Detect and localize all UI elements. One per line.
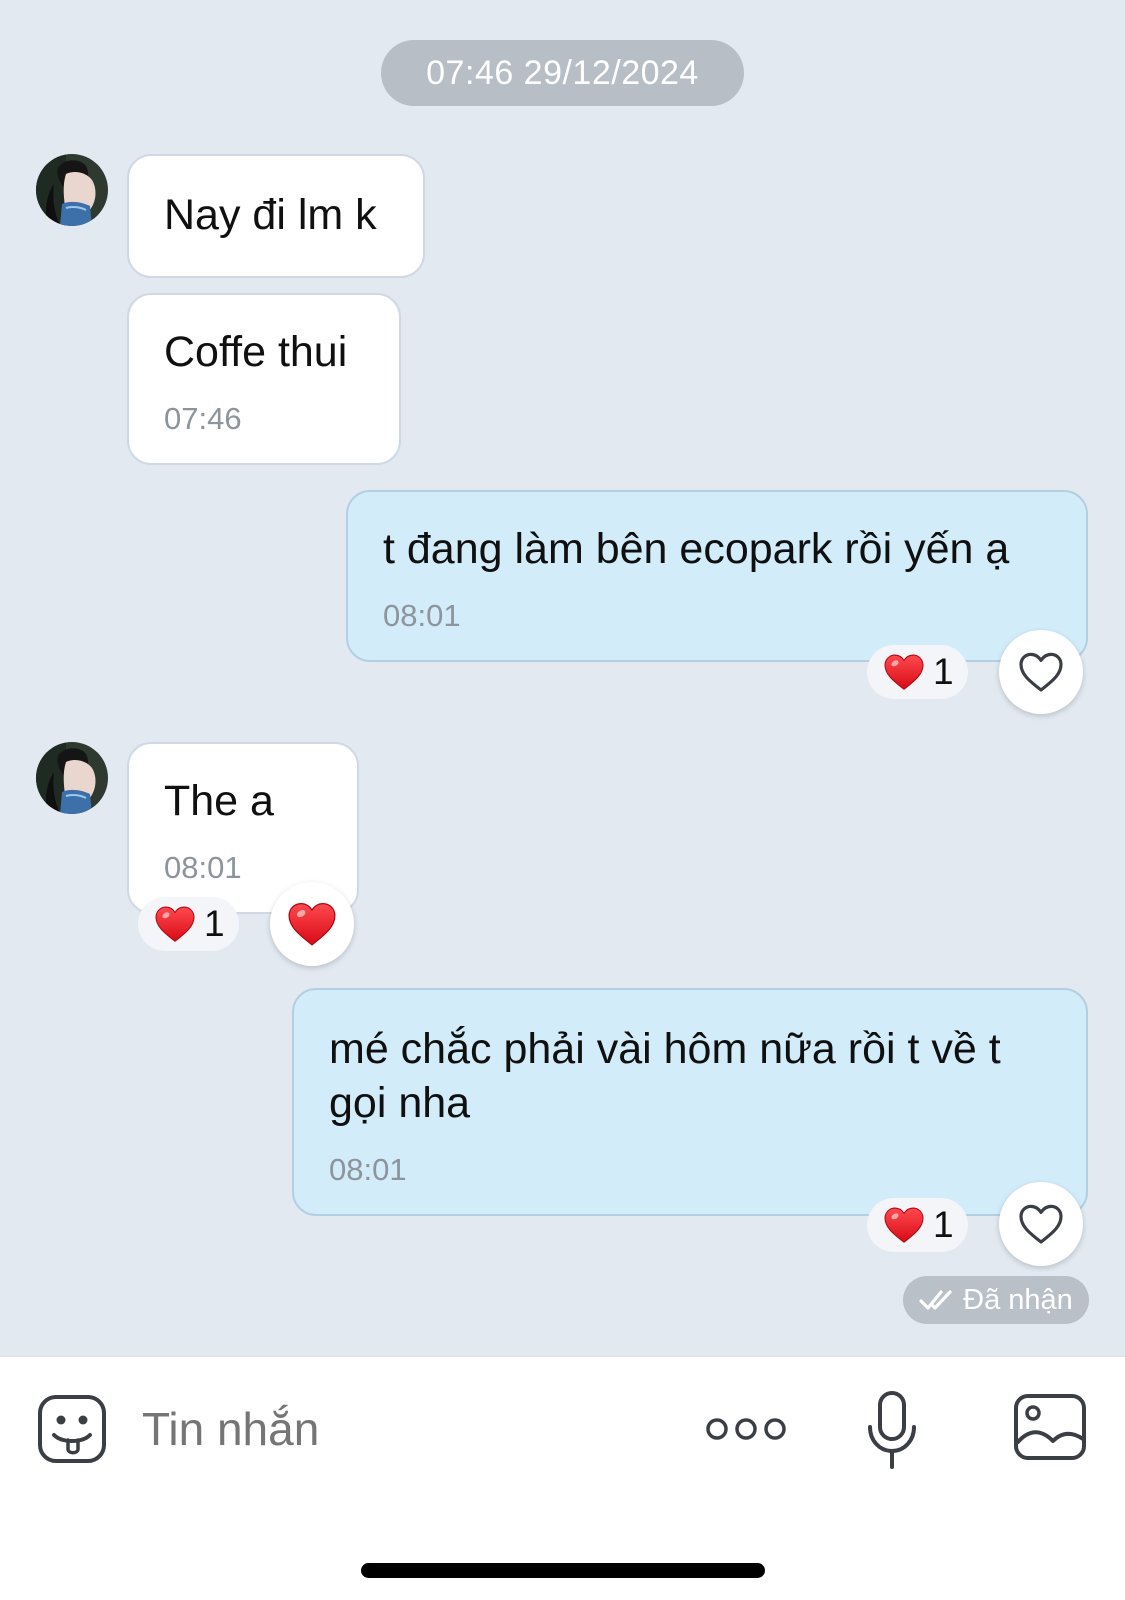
message-time: 08:01: [383, 598, 461, 633]
image-icon: [1014, 1394, 1086, 1460]
heart-icon: [287, 901, 337, 947]
heart-outline-icon: [1017, 1202, 1065, 1246]
microphone-button[interactable]: [864, 1389, 920, 1471]
contact-avatar[interactable]: [36, 154, 108, 226]
react-button[interactable]: [999, 1182, 1083, 1266]
heart-icon: [883, 1206, 925, 1244]
reaction-count: 1: [933, 651, 954, 692]
message-bubble-outgoing[interactable]: t đang làm bên ecopark rồi yến ạ 08:01: [346, 490, 1088, 662]
double-check-icon: [919, 1290, 952, 1310]
delivery-status-text: Đã nhận: [963, 1283, 1073, 1316]
message-text-line-2: gọi nha: [329, 1079, 471, 1127]
message-bubble-incoming[interactable]: Coffe thui 07:46: [127, 293, 401, 465]
message-bubble-outgoing[interactable]: mé chắc phải vài hôm nữa rồi t về t gọi …: [292, 988, 1088, 1216]
message-time: 08:01: [164, 850, 242, 885]
heart-outline-icon: [1017, 650, 1065, 694]
delivery-status: Đã nhận: [903, 1276, 1089, 1324]
react-button-active[interactable]: [270, 882, 354, 966]
home-indicator: [361, 1563, 765, 1578]
reaction-summary[interactable]: 1: [867, 645, 968, 699]
message-bubble-incoming[interactable]: Nay đi lm k: [127, 154, 425, 278]
date-separator: 07:46 29/12/2024: [381, 40, 744, 106]
message-time: 08:01: [329, 1152, 407, 1187]
avatar-image: [36, 154, 108, 226]
message-text: t đang làm bên ecopark rồi yến ạ: [383, 525, 1010, 573]
image-button[interactable]: [1013, 1393, 1087, 1461]
reaction-count: 1: [204, 903, 225, 944]
message-time: 07:46: [164, 401, 242, 436]
react-button[interactable]: [999, 630, 1083, 714]
sticker-button[interactable]: [36, 1393, 108, 1465]
date-separator-text: 07:46 29/12/2024: [426, 53, 699, 92]
reaction-count: 1: [933, 1204, 954, 1245]
heart-icon: [883, 653, 925, 691]
reaction-summary[interactable]: 1: [138, 897, 239, 951]
message-text: Nay đi lm k: [164, 191, 377, 239]
message-composer: [0, 1356, 1125, 1600]
contact-avatar[interactable]: [36, 742, 108, 814]
message-text-line-1: mé chắc phải vài hôm nữa rồi t về t: [329, 1025, 1001, 1073]
message-text: Coffe thui: [164, 328, 348, 376]
message-text: The a: [164, 777, 274, 825]
reaction-summary[interactable]: 1: [867, 1198, 968, 1252]
more-icon: [706, 1418, 786, 1440]
more-button[interactable]: [704, 1409, 788, 1449]
message-input[interactable]: [142, 1399, 642, 1459]
heart-icon: [154, 905, 196, 943]
microphone-icon: [868, 1391, 916, 1469]
avatar-image: [36, 742, 108, 814]
sticker-icon: [38, 1395, 106, 1463]
